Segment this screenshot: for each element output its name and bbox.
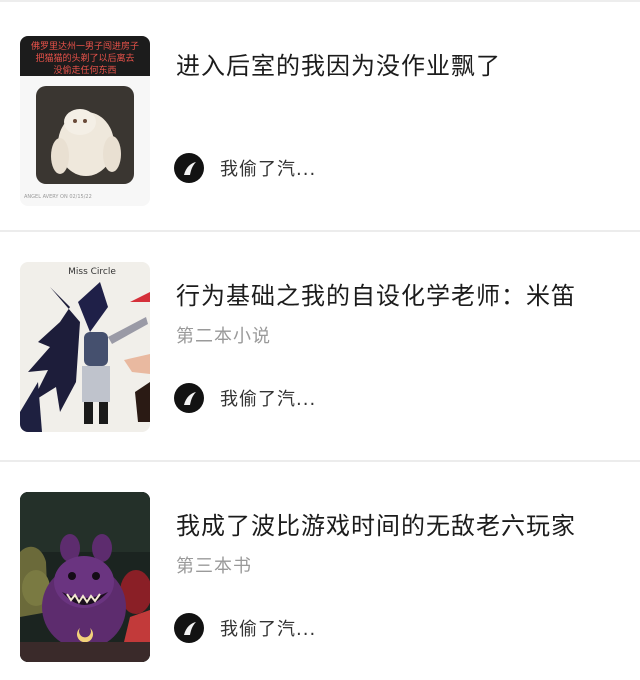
book-cover[interactable] [20, 492, 150, 662]
cover-caption-line3: 没偷走任何东西 [53, 64, 116, 76]
book-title[interactable]: 我成了波比游戏时间的无敌老六玩家 [176, 506, 576, 541]
book-subtitle: 第二本小说 [176, 326, 271, 347]
book-list: 佛罗里达州一男子闯进房子 把猫猫的头剃了以后离去 没偷走任何东西 ANGEL A… [0, 0, 640, 680]
book-cover[interactable]: 佛罗里达州一男子闯进房子 把猫猫的头剃了以后离去 没偷走任何东西 ANGEL A… [20, 36, 150, 206]
book-card[interactable]: Miss Circle 行为基础之我的自设化学老师：米笛 第二本小说 我偷了汽.… [0, 232, 640, 462]
author-avatar [174, 153, 204, 183]
author-row[interactable]: 我偷了汽... [174, 613, 316, 643]
author-row[interactable]: 我偷了汽... [174, 383, 316, 413]
book-subtitle: 第三本书 [176, 556, 252, 577]
author-name: 我偷了汽... [220, 389, 317, 410]
author-row[interactable]: 我偷了汽... [174, 153, 316, 183]
book-card[interactable]: 佛罗里达州一男子闯进房子 把猫猫的头剃了以后离去 没偷走任何东西 ANGEL A… [0, 0, 640, 232]
cover-footer: ANGEL AVERY ON 02/15/22 [24, 194, 92, 200]
author-name: 我偷了汽... [220, 159, 317, 180]
book-card[interactable]: 我成了波比游戏时间的无敌老六玩家 第三本书 我偷了汽... [0, 462, 640, 680]
cover-caption-line1: 佛罗里达州一男子闯进房子 [31, 40, 139, 52]
author-name: 我偷了汽... [220, 619, 317, 640]
cover-caption-line2: 把猫猫的头剃了以后离去 [35, 52, 134, 64]
author-avatar [174, 383, 204, 413]
cover-caption-line1: Miss Circle [68, 267, 116, 277]
book-cover[interactable]: Miss Circle [20, 262, 150, 432]
book-title[interactable]: 进入后室的我因为没作业飘了 [176, 46, 501, 81]
author-avatar [174, 613, 204, 643]
book-title[interactable]: 行为基础之我的自设化学老师：米笛 [176, 276, 576, 311]
